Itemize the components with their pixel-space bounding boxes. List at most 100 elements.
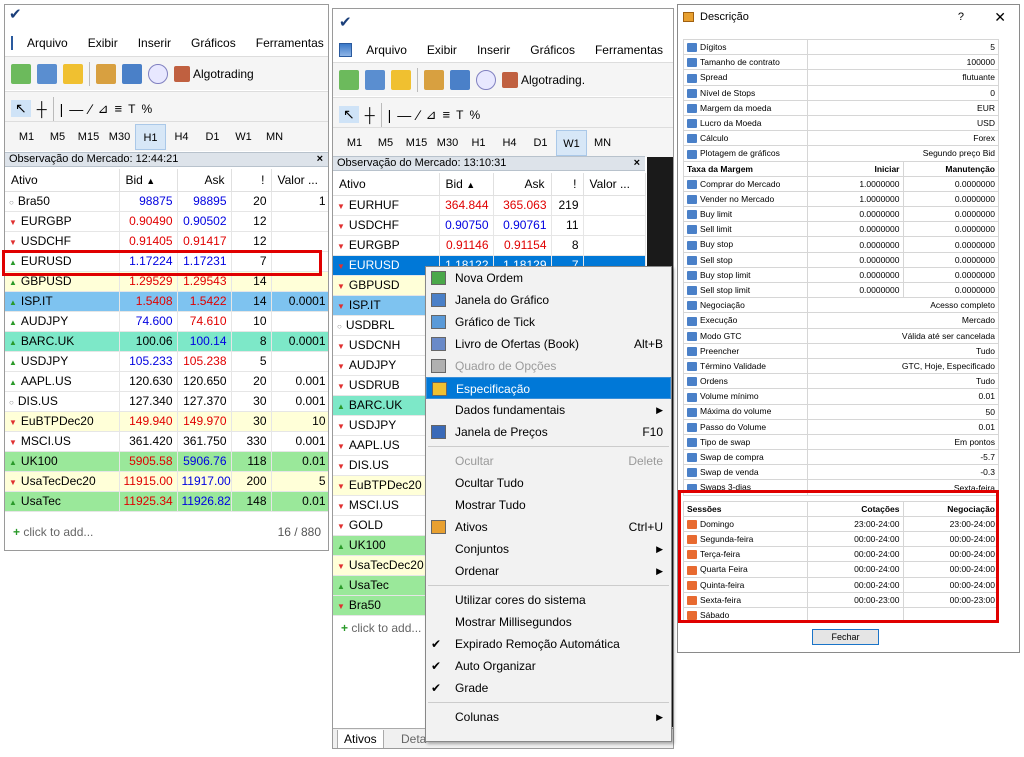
- symbol-cell[interactable]: BARC.UK: [5, 331, 120, 352]
- market-watch-icon[interactable]: [63, 63, 83, 84]
- col-valor[interactable]: Valor ...: [271, 169, 328, 192]
- table-row[interactable]: Bra509887598895201: [5, 191, 328, 212]
- close-icon[interactable]: ×: [634, 157, 640, 170]
- new-chart-icon[interactable]: [339, 69, 359, 90]
- terminal-icon[interactable]: [450, 69, 470, 90]
- symbol-cell[interactable]: UsaTec: [333, 575, 440, 596]
- menu-item-janela-de-precos[interactable]: Janela de Preços F10: [426, 421, 671, 443]
- tf-w1[interactable]: W1: [228, 124, 259, 150]
- tf-m15[interactable]: M15: [73, 124, 104, 150]
- symbol-cell[interactable]: EURGBP: [5, 211, 120, 232]
- symbol-cell[interactable]: DIS.US: [5, 391, 120, 412]
- symbol-cell[interactable]: BARC.UK: [333, 395, 440, 416]
- menu-item-utilizar-cores-do-sistema[interactable]: Utilizar cores do sistema: [426, 589, 671, 611]
- menu-graficos[interactable]: Gráficos: [181, 36, 246, 50]
- menu-item-especificacao[interactable]: Especificação: [426, 377, 671, 399]
- algotrading-button[interactable]: Algotrading: [174, 65, 254, 82]
- click-to-add-row[interactable]: + click to add... 16 / 880: [13, 525, 325, 539]
- symbol-cell[interactable]: Bra50: [5, 191, 120, 212]
- profiles-icon[interactable]: [365, 69, 385, 90]
- shapes-icon[interactable]: %: [141, 102, 152, 116]
- trend-line-icon[interactable]: ∕: [417, 107, 419, 123]
- menu-item-dados-fundamentais[interactable]: Dados fundamentais ▶: [426, 399, 671, 421]
- cursor-icon[interactable]: ↖: [339, 106, 359, 123]
- shapes-icon[interactable]: %: [469, 108, 480, 122]
- menu-item-ativos[interactable]: Ativos Ctrl+U: [426, 516, 671, 538]
- tf-h1[interactable]: H1: [135, 123, 166, 150]
- signal-icon[interactable]: [476, 69, 496, 90]
- tf-h4[interactable]: H4: [166, 124, 197, 150]
- symbol-cell[interactable]: USDBRL: [333, 315, 440, 336]
- table-row[interactable]: ISP.IT1.54081.5422140.0001: [5, 291, 328, 312]
- symbol-cell[interactable]: USDJPY: [5, 351, 120, 372]
- algotrading-button[interactable]: Algotrading.: [502, 71, 585, 88]
- col-spread[interactable]: !: [231, 169, 272, 192]
- table-row[interactable]: EURGBP0.904900.9050212: [5, 211, 328, 232]
- terminal-icon[interactable]: [122, 63, 142, 84]
- symbol-cell[interactable]: DIS.US: [333, 455, 440, 476]
- tf-h1[interactable]: H1: [463, 130, 494, 156]
- vertical-line-icon[interactable]: |: [388, 107, 392, 123]
- symbol-cell[interactable]: GOLD: [333, 515, 440, 536]
- menu-item-mostrar-millisegundos[interactable]: Mostrar Millisegundos: [426, 611, 671, 633]
- symbol-cell[interactable]: ISP.IT: [333, 295, 440, 316]
- menu-item-nova-ordem[interactable]: Nova Ordem: [426, 267, 671, 289]
- tf-m30[interactable]: M30: [432, 130, 463, 156]
- symbol-cell[interactable]: USDCNH: [333, 335, 440, 356]
- profiles-icon[interactable]: [37, 63, 57, 84]
- symbol-cell[interactable]: EURUSD: [333, 255, 440, 276]
- col-ativo[interactable]: Ativo: [333, 173, 440, 196]
- tf-m15[interactable]: M15: [401, 130, 432, 156]
- symbol-cell[interactable]: AUDJPY: [5, 311, 120, 332]
- text-icon[interactable]: T: [456, 108, 463, 122]
- tf-mn[interactable]: MN: [587, 130, 618, 156]
- signal-icon[interactable]: [148, 63, 168, 84]
- fibonacci-icon[interactable]: ⊿: [98, 101, 109, 117]
- channel-icon[interactable]: ≡: [115, 101, 123, 116]
- menu-item-expirado-remocao-automatica[interactable]: ✔ Expirado Remoção Automática: [426, 633, 671, 655]
- symbol-cell[interactable]: EURHUF: [333, 195, 440, 216]
- table-row[interactable]: MSCI.US361.420361.7503300.001: [5, 431, 328, 452]
- menu-exibir[interactable]: Exibir: [78, 36, 128, 50]
- close-icon[interactable]: ×: [317, 153, 323, 166]
- market-watch-icon[interactable]: [391, 69, 411, 90]
- col-bid[interactable]: Bid ▲: [119, 169, 178, 192]
- symbol-cell[interactable]: AUDJPY: [333, 355, 440, 376]
- symbol-cell[interactable]: AAPL.US: [333, 435, 440, 456]
- navigator-icon[interactable]: [424, 69, 444, 90]
- text-icon[interactable]: T: [128, 102, 135, 116]
- fechar-button[interactable]: Fechar: [812, 629, 879, 645]
- crosshair-icon[interactable]: ┼: [37, 101, 47, 117]
- menu-arquivo[interactable]: Arquivo: [356, 43, 417, 57]
- tf-d1[interactable]: D1: [197, 124, 228, 150]
- vertical-line-icon[interactable]: |: [60, 101, 64, 117]
- menu-graficos[interactable]: Gráficos: [520, 43, 585, 57]
- col-ask[interactable]: Ask: [493, 173, 552, 196]
- col-bid[interactable]: Bid ▲: [439, 173, 494, 196]
- click-to-add-row[interactable]: + click to add...: [341, 621, 421, 635]
- table-row[interactable]: BARC.UK100.06100.1480.0001: [5, 331, 328, 352]
- menu-item-conjuntos[interactable]: Conjuntos ▶: [426, 538, 671, 560]
- tf-m30[interactable]: M30: [104, 124, 135, 150]
- symbol-cell[interactable]: USDCHF: [333, 215, 440, 236]
- menu-item-livro-de-ofertas-book[interactable]: Livro de Ofertas (Book) Alt+B: [426, 333, 671, 355]
- table-row[interactable]: AUDJPY74.60074.61010: [5, 311, 328, 332]
- help-button[interactable]: ?: [958, 5, 964, 30]
- table-row[interactable]: EuBTPDec20149.940149.9703010: [5, 411, 328, 432]
- menu-ferramentas[interactable]: Ferramentas: [246, 36, 328, 50]
- click-to-add[interactable]: click to add...: [351, 621, 421, 635]
- tf-m5[interactable]: M5: [42, 124, 73, 150]
- symbol-cell[interactable]: MSCI.US: [5, 431, 120, 452]
- menu-inserir[interactable]: Inserir: [128, 36, 181, 50]
- menu-item-ordenar[interactable]: Ordenar ▶: [426, 560, 671, 582]
- menu-item-mostrar-tudo[interactable]: Mostrar Tudo: [426, 494, 671, 516]
- horizontal-line-icon[interactable]: —: [69, 101, 83, 117]
- click-to-add[interactable]: click to add...: [23, 525, 93, 539]
- symbol-cell[interactable]: MSCI.US: [333, 495, 440, 516]
- close-button[interactable]: ✕: [994, 5, 1006, 30]
- symbol-cell[interactable]: USDRUB: [333, 375, 440, 396]
- table-row[interactable]: EURGBP0.911460.911548: [333, 235, 646, 256]
- horizontal-line-icon[interactable]: —: [397, 107, 411, 123]
- table-row[interactable]: AAPL.US120.630120.650200.001: [5, 371, 328, 392]
- symbol-cell[interactable]: UsaTecDec20: [5, 471, 120, 492]
